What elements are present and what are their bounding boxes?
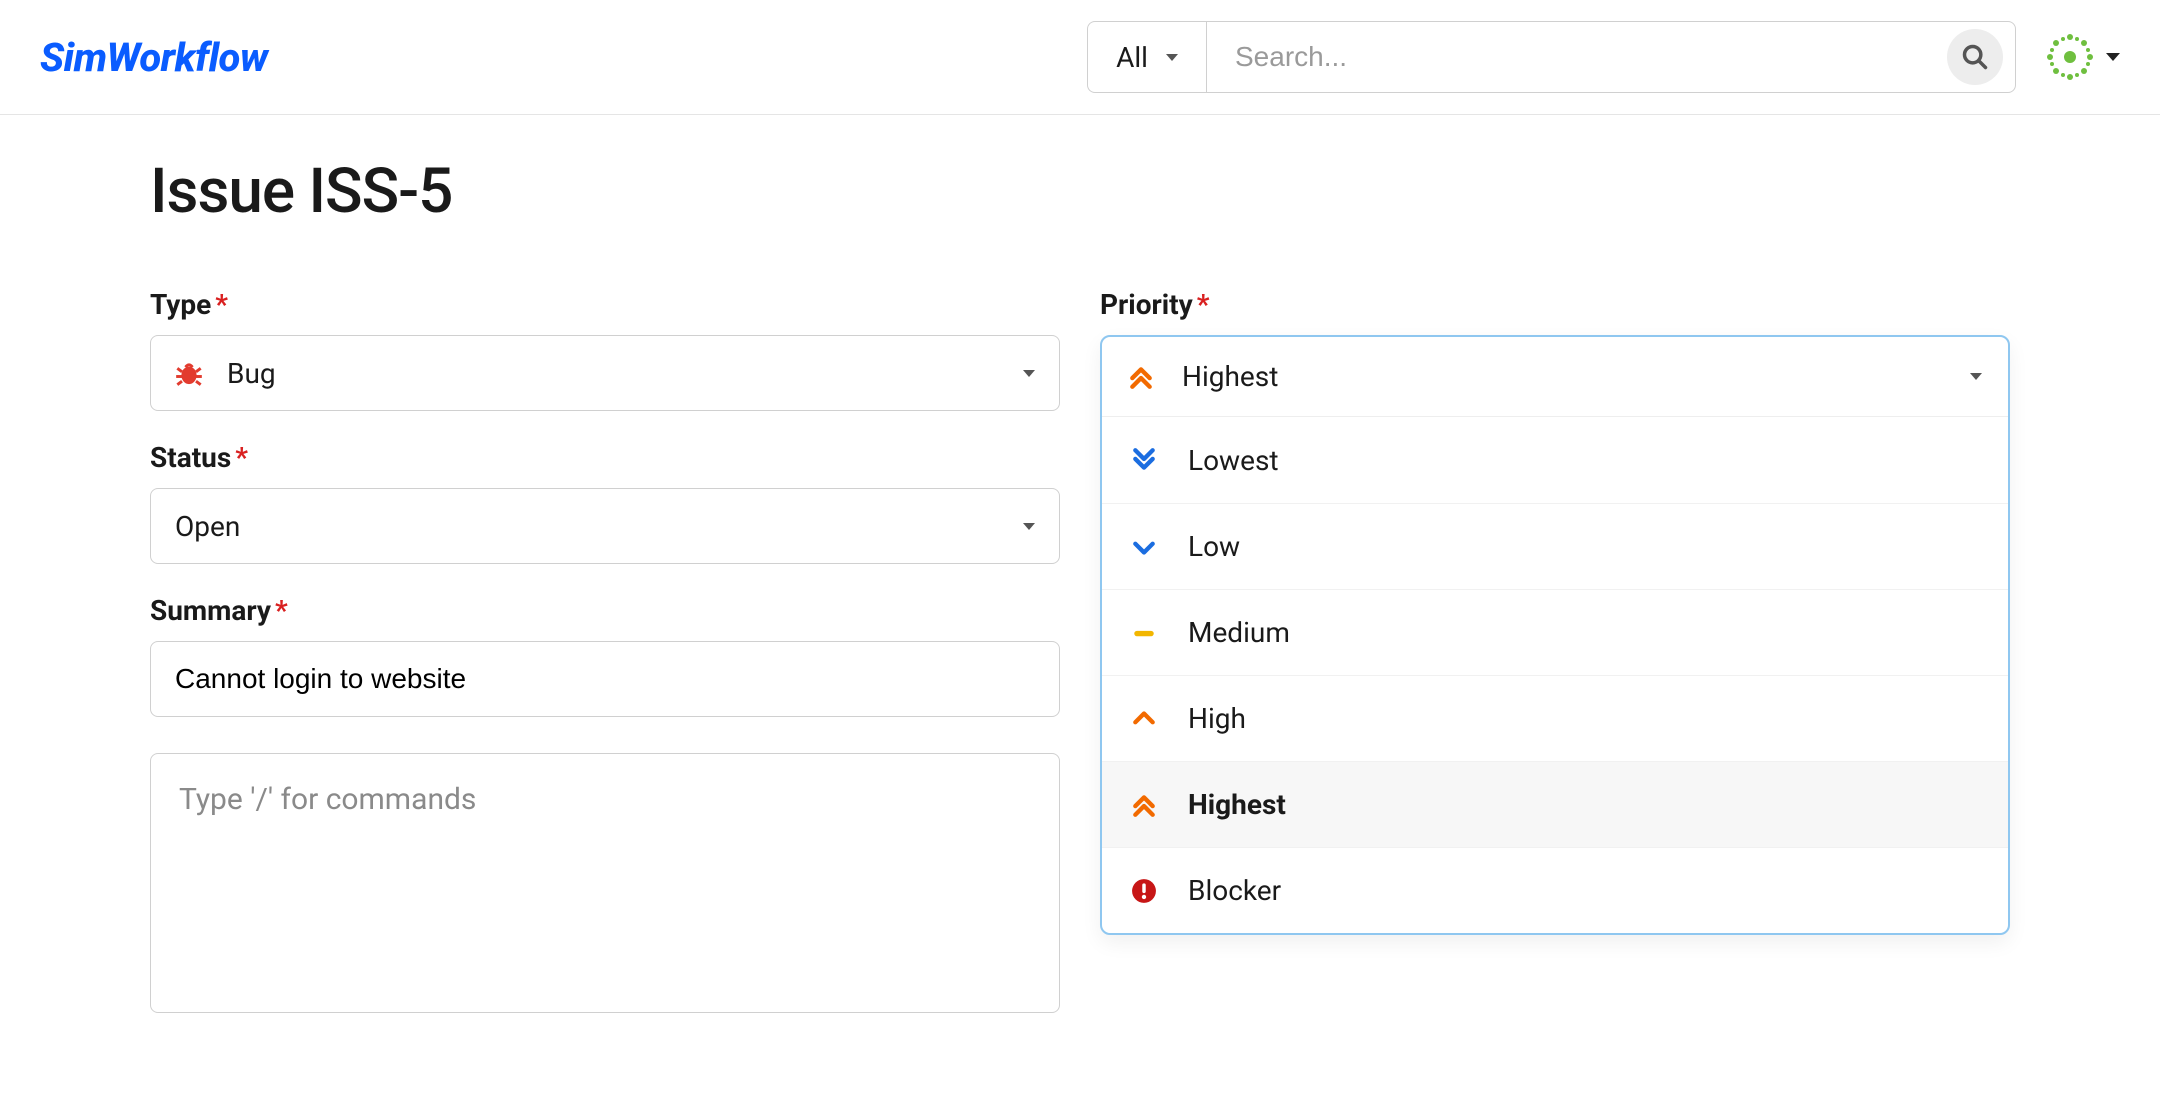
search-input[interactable] <box>1235 41 1947 73</box>
required-marker: * <box>215 288 228 321</box>
app-header: SimWorkflow All <box>0 0 2160 115</box>
search-filter-select[interactable]: All <box>1087 21 1206 93</box>
priority-option-label: Blocker <box>1188 874 1281 907</box>
search-icon <box>1961 43 1989 71</box>
required-marker: * <box>1197 288 1210 321</box>
status-select[interactable]: Open <box>150 488 1060 564</box>
caret-down-icon <box>1023 523 1035 530</box>
search-filter-label: All <box>1116 41 1148 74</box>
user-menu[interactable] <box>2044 31 2120 83</box>
priority-option[interactable]: Low <box>1102 503 2008 589</box>
editor-placeholder: Type '/' for commands <box>179 782 1031 817</box>
type-select[interactable]: Bug <box>150 335 1060 411</box>
search-button[interactable] <box>1947 29 2003 85</box>
page-title: Issue ISS-5 <box>150 155 2010 228</box>
description-editor[interactable]: Type '/' for commands <box>150 753 1060 1013</box>
status-value: Open <box>175 510 1023 543</box>
type-value: Bug <box>227 357 1023 390</box>
brand-logo[interactable]: SimWorkflow <box>40 34 268 81</box>
dash-icon <box>1128 620 1160 646</box>
caret-down-icon <box>1023 370 1035 377</box>
summary-field-wrap <box>150 641 1060 717</box>
bug-icon <box>175 359 203 387</box>
caret-down-icon <box>1970 373 1982 380</box>
issue-form: Type* Bug Status* Open Summary* <box>150 288 2010 1013</box>
priority-option[interactable]: Highest <box>1102 761 2008 847</box>
priority-option[interactable]: High <box>1102 675 2008 761</box>
priority-selected-row[interactable]: Highest <box>1102 337 2008 417</box>
priority-option[interactable]: Medium <box>1102 589 2008 675</box>
required-marker: * <box>275 594 288 627</box>
status-label: Status* <box>150 441 1060 474</box>
priority-option-label: Highest <box>1188 788 1286 821</box>
caret-down-icon <box>1166 54 1178 61</box>
required-marker: * <box>235 441 248 474</box>
search-group: All <box>1087 21 2016 93</box>
priority-option[interactable]: Blocker <box>1102 847 2008 933</box>
caret-down-icon <box>2106 53 2120 61</box>
priority-option-label: High <box>1188 702 1246 735</box>
priority-option-list: Lowest Low Medium High Highest Blocker <box>1102 417 2008 933</box>
priority-option-label: Lowest <box>1188 444 1279 477</box>
double-chevron-up-icon <box>1128 792 1160 818</box>
type-label: Type* <box>150 288 1060 321</box>
priority-option[interactable]: Lowest <box>1102 417 2008 503</box>
priority-select-open[interactable]: Highest Lowest Low Medium High Highest Blocke… <box>1100 335 2010 935</box>
chevron-up-icon <box>1128 706 1160 732</box>
summary-label: Summary* <box>150 594 1060 627</box>
double-chevron-up-icon <box>1128 364 1154 390</box>
avatar-icon <box>2044 31 2096 83</box>
priority-option-label: Low <box>1188 530 1240 563</box>
priority-option-label: Medium <box>1188 616 1290 649</box>
summary-input[interactable] <box>175 663 1035 695</box>
main-content: Issue ISS-5 Type* Bug Status* Open <box>0 115 2160 1013</box>
search-box <box>1206 21 2016 93</box>
priority-value: Highest <box>1182 360 1970 393</box>
priority-label: Priority* <box>1100 288 2010 321</box>
double-chevron-down-icon <box>1128 447 1160 473</box>
exclaim-circle-icon <box>1128 878 1160 904</box>
chevron-down-icon <box>1128 534 1160 560</box>
